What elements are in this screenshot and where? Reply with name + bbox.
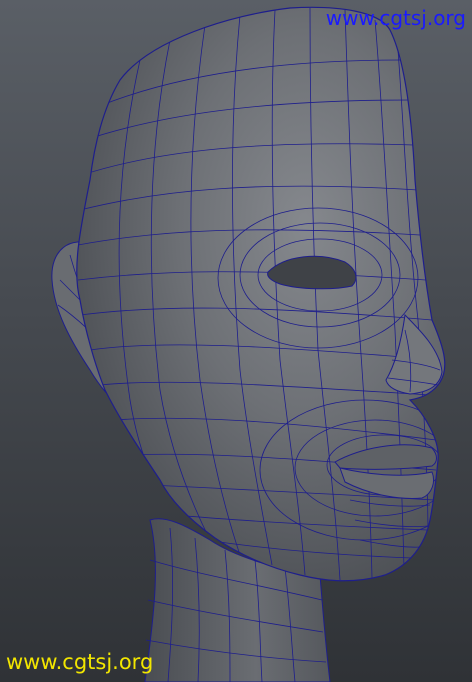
watermark-top: www.cgtsj.org: [325, 6, 466, 30]
head-model[interactable]: [0, 0, 472, 682]
watermark-bottom: www.cgtsj.org: [6, 650, 154, 674]
3d-viewport[interactable]: www.cgtsj.org www.cgtsj.org: [0, 0, 472, 682]
